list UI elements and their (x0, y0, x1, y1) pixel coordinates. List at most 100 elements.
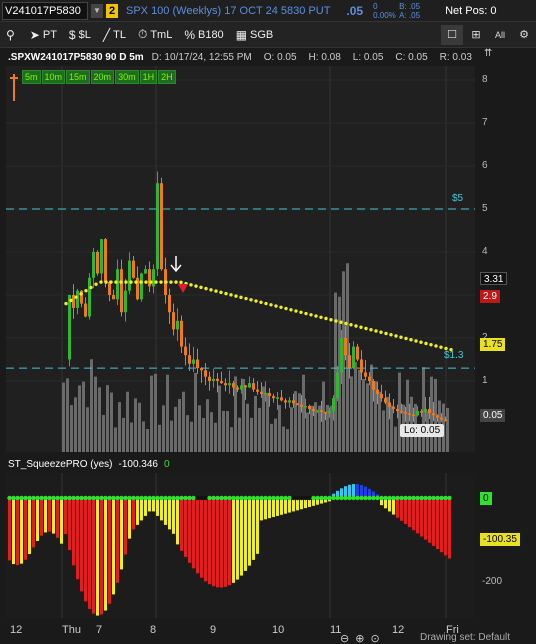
ema-dot (139, 280, 143, 284)
single-layout-button[interactable]: ☐ (441, 24, 463, 45)
volume-bar (66, 378, 69, 452)
histogram-bar (248, 498, 251, 566)
volume-bar (298, 393, 301, 452)
ema-dot (254, 299, 258, 303)
tf-button-15m[interactable]: 15m (66, 70, 90, 84)
zoom-out-icon[interactable]: ⊖ (340, 632, 349, 644)
volume-bar (154, 373, 157, 452)
ema-dot (79, 292, 83, 296)
ema-dot (414, 339, 418, 343)
ema-dot (289, 308, 293, 312)
histogram-bar (64, 498, 67, 535)
volume-bar (230, 427, 233, 452)
volume-bar (246, 403, 249, 452)
volume-bar (318, 405, 321, 452)
volume-bar (274, 418, 277, 452)
candle-body (412, 414, 415, 417)
histogram-bar (192, 498, 195, 569)
pointer-icon: ➤ (29, 27, 40, 42)
candle-body (132, 260, 135, 278)
pin-tool-button[interactable]: ⚲ (0, 22, 24, 48)
settings-button[interactable]: ⚙ (513, 25, 535, 45)
squeeze-dot (427, 495, 432, 501)
histogram-bar (196, 498, 199, 574)
scroll-up-icon[interactable]: ⇈ (484, 48, 492, 59)
price-axis: 8 7 6 5 4 2 1 3.31 2.9 1.75 0.05 (476, 66, 536, 452)
histogram-bar (172, 498, 175, 534)
volume-bar (110, 392, 113, 452)
all-button[interactable]: All (489, 25, 511, 45)
squeeze-dot (307, 495, 312, 501)
squeeze-dot (355, 495, 360, 501)
y-tick: 6 (482, 160, 488, 171)
tf-button-5m[interactable]: 5m (22, 70, 41, 84)
histogram-bar (440, 498, 443, 553)
volume-bar (98, 387, 101, 452)
x-tick: 12 (392, 624, 405, 636)
volume-bar (226, 410, 229, 452)
squeeze-dot (255, 495, 260, 501)
candle-body (284, 400, 287, 403)
candle-body (384, 398, 387, 403)
squeeze-dot (351, 495, 356, 501)
squeeze-dot (79, 495, 84, 501)
histogram-bar (124, 498, 127, 555)
candle-body (332, 398, 335, 412)
candle-body (184, 346, 187, 356)
grid-layout-button[interactable]: ⊞ (465, 25, 487, 45)
trendline-tool-button[interactable]: ╱ TL (97, 22, 132, 48)
candle-body (124, 290, 127, 313)
candle-body (428, 408, 431, 414)
squeeze-dot (279, 495, 284, 501)
squeeze-dot (291, 495, 296, 501)
price-chart[interactable] (0, 66, 536, 452)
squeeze-dot (383, 495, 388, 501)
symbol-input[interactable]: V241017P5830 (2, 1, 88, 20)
squeeze-dot (7, 495, 12, 501)
percent-icon: % (184, 27, 195, 42)
study-value: -100.346 (118, 458, 158, 470)
candle-body (324, 411, 327, 414)
volume-bar (350, 376, 353, 452)
squeeze-dot (371, 495, 376, 501)
histogram-bar (448, 498, 451, 559)
timeline-tool-button[interactable]: ⏱ TmL (132, 22, 178, 48)
candle-body (356, 346, 359, 360)
zoom-in-icon[interactable]: ⊕ (355, 632, 364, 644)
tf-button-10m[interactable]: 10m (41, 70, 66, 84)
squeeze-dot (147, 495, 152, 501)
histogram-bar (244, 498, 247, 571)
histogram-bar (432, 498, 435, 546)
histogram-bar (396, 498, 399, 518)
candle-body (92, 252, 95, 278)
study-axis: 0 -100.35 -200 (476, 473, 536, 618)
volume-bar (86, 407, 89, 452)
squeeze-histogram[interactable] (0, 473, 536, 618)
link-group-badge[interactable]: 2 (106, 3, 118, 18)
candle-body (296, 403, 299, 405)
price-level-tool-button[interactable]: $ $L (63, 22, 97, 48)
tf-button-20m[interactable]: 20m (90, 70, 115, 84)
squeeze-dot (43, 495, 48, 501)
ema-dot (64, 301, 68, 306)
candle-body (96, 252, 99, 274)
net-position: Net Pos: 0 (445, 4, 497, 17)
squeeze-dot (31, 495, 36, 501)
tf-button-30m[interactable]: 30m (115, 70, 139, 84)
sgb-tool-button[interactable]: ▦ SGB (230, 22, 280, 48)
tf-button-2h[interactable]: 2H (158, 70, 176, 84)
b180-tool-button[interactable]: % B180 (178, 22, 229, 48)
ema-dot (329, 318, 333, 322)
ema-dot (149, 280, 153, 284)
tf-button-1h[interactable]: 1H (139, 70, 158, 84)
sgb-tool-label: SGB (250, 28, 274, 41)
histogram-bar (164, 498, 167, 525)
candle-body (280, 397, 283, 401)
squeeze-dot (143, 495, 148, 501)
squeeze-dot (283, 495, 288, 501)
pointer-tool-button[interactable]: ➤ PT (24, 22, 63, 48)
y-tick: 4 (482, 246, 488, 257)
histogram-bar (256, 498, 259, 554)
reset-zoom-icon[interactable]: ⊙ (370, 632, 379, 644)
symbol-dropdown-icon[interactable]: ▼ (91, 3, 103, 18)
